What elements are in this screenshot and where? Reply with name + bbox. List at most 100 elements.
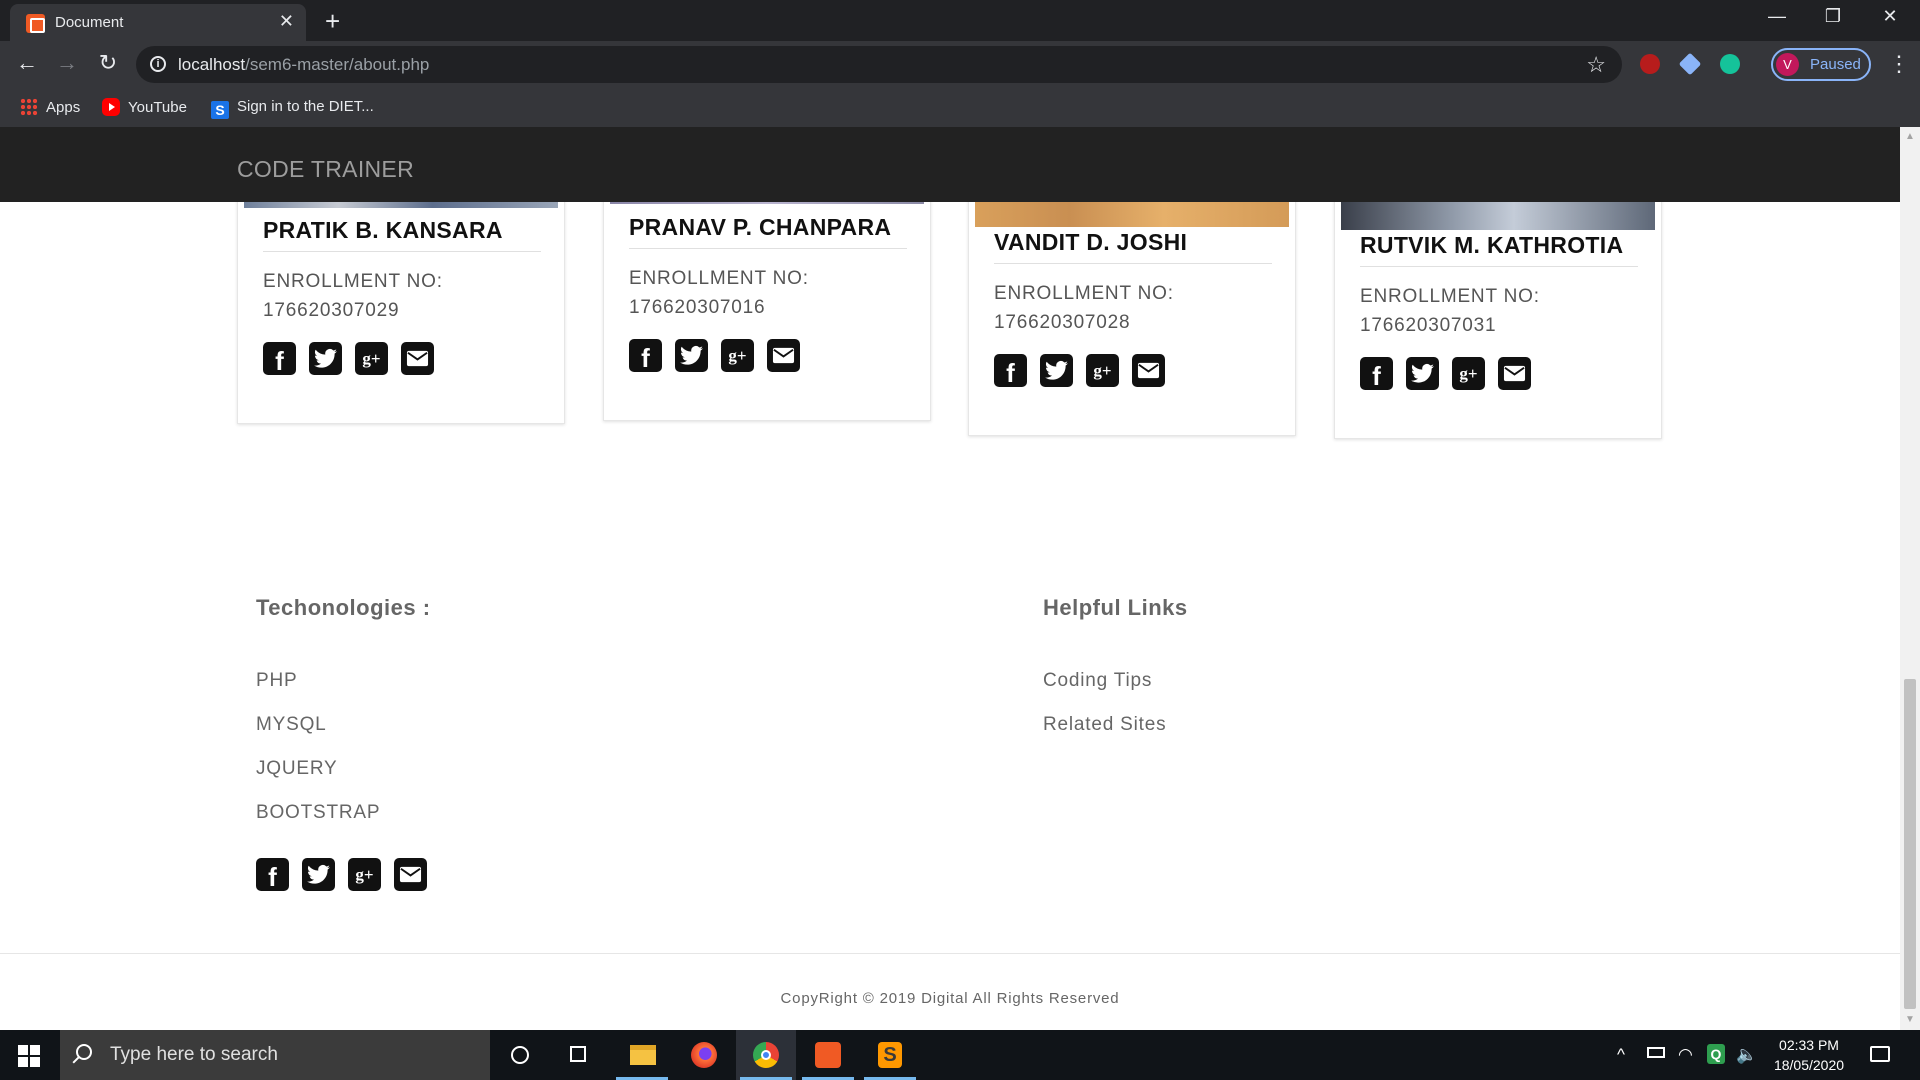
google-plus-icon[interactable]: g+	[721, 339, 754, 372]
twitter-icon[interactable]	[302, 858, 335, 891]
member-name: PRATIK B. KANSARA	[263, 217, 503, 243]
divider	[994, 263, 1272, 264]
address-bar[interactable]: i localhost/sem6-master/about.php ☆	[136, 46, 1622, 83]
email-icon[interactable]	[401, 342, 434, 375]
twitter-icon[interactable]	[1040, 354, 1073, 387]
wifi-icon[interactable]: ◠	[1678, 1045, 1693, 1065]
tray-chevron-icon[interactable]: ^	[1617, 1045, 1625, 1065]
helpful-links-heading: Helpful Links	[1043, 595, 1188, 620]
facebook-icon[interactable]: f	[994, 354, 1027, 388]
volume-icon[interactable]: 🔈	[1736, 1045, 1757, 1065]
enrollment-number: 176620307029	[263, 300, 400, 321]
twitter-icon[interactable]	[675, 339, 708, 372]
site-brand[interactable]: CODE TRAINER	[237, 156, 414, 183]
ublock-icon[interactable]	[1640, 54, 1660, 74]
s-icon: S	[211, 101, 229, 119]
enrollment-number: 176620307031	[1360, 315, 1497, 336]
bookmark-youtube[interactable]: YouTube	[102, 98, 187, 116]
google-plus-icon[interactable]: g+	[348, 858, 381, 891]
xampp-favicon-icon	[26, 14, 45, 33]
task-view-icon[interactable]	[550, 1030, 610, 1080]
member-name: PRANAV P. CHANPARA	[629, 214, 892, 240]
divider	[629, 248, 907, 249]
profile-button[interactable]: V Paused	[1771, 48, 1871, 81]
facebook-icon[interactable]: f	[256, 858, 289, 892]
google-plus-icon[interactable]: g+	[1452, 357, 1485, 390]
twitter-icon[interactable]	[1406, 357, 1439, 390]
site-navbar: CODE TRAINER	[0, 127, 1900, 202]
google-plus-icon[interactable]: g+	[1086, 354, 1119, 387]
email-icon[interactable]	[394, 858, 427, 891]
avatar: V	[1776, 53, 1799, 76]
battery-icon[interactable]	[1647, 1047, 1665, 1058]
email-icon[interactable]	[1498, 357, 1531, 390]
profile-status: Paused	[1810, 56, 1861, 73]
enrollment-label: ENROLLMENT NO:	[1360, 286, 1540, 307]
enrollment-number: 176620307028	[994, 312, 1131, 333]
bookmark-diet[interactable]: S Sign in to the DIET...	[211, 98, 374, 119]
apps-grid-icon	[20, 98, 38, 116]
footer-link-bootstrap[interactable]: BOOTSTRAP	[256, 802, 380, 824]
new-tab-button[interactable]: +	[325, 6, 340, 37]
enrollment-label: ENROLLMENT NO:	[994, 283, 1174, 304]
restore-button[interactable]: ❐	[1805, 6, 1861, 27]
firefox-icon[interactable]	[674, 1030, 734, 1080]
clock-time: 02:33 PM	[1779, 1037, 1839, 1053]
scroll-thumb[interactable]	[1904, 679, 1916, 1009]
xampp-icon[interactable]	[798, 1030, 858, 1080]
close-window-button[interactable]: ✕	[1862, 6, 1918, 27]
windows-taskbar: Type here to search S ^ ◠ Q 🔈 02:33 PM 1…	[0, 1030, 1920, 1080]
clock-date: 18/05/2020	[1773, 1057, 1845, 1073]
footer-link-coding-tips[interactable]: Coding Tips	[1043, 670, 1152, 692]
taskbar-clock[interactable]: 02:33 PM 18/05/2020	[1764, 1035, 1854, 1075]
enrollment-label: ENROLLMENT NO:	[629, 268, 809, 289]
diamond-icon[interactable]	[1678, 52, 1702, 76]
sublime-text-icon[interactable]: S	[860, 1030, 920, 1080]
copyright-text: CopyRight © 2019 Digital All Rights Rese…	[780, 990, 1120, 1007]
email-icon[interactable]	[1132, 354, 1165, 387]
reload-button[interactable]: ↻	[93, 50, 123, 76]
taskbar-search[interactable]: Type here to search	[60, 1030, 490, 1080]
forward-button[interactable]: →	[52, 50, 82, 76]
email-icon[interactable]	[767, 339, 800, 372]
facebook-icon[interactable]: f	[1360, 357, 1393, 391]
google-plus-icon[interactable]: g+	[355, 342, 388, 375]
tab-close-icon[interactable]: ✕	[279, 11, 294, 32]
twitter-icon[interactable]	[309, 342, 342, 375]
chrome-icon[interactable]	[736, 1030, 796, 1080]
tab-title: Document	[55, 14, 124, 31]
footer-link-mysql[interactable]: MYSQL	[256, 714, 327, 736]
grammarly-icon[interactable]	[1720, 54, 1740, 74]
tab-document[interactable]: Document ✕	[10, 4, 306, 41]
member-name: VANDIT D. JOSHI	[994, 229, 1188, 255]
bookmark-apps[interactable]: Apps	[20, 98, 80, 116]
scroll-up-icon[interactable]: ▲	[1905, 131, 1915, 142]
site-info-icon[interactable]: i	[150, 56, 166, 72]
q-app-icon[interactable]: Q	[1707, 1044, 1725, 1064]
divider	[263, 251, 541, 252]
scroll-down-icon[interactable]: ▼	[1905, 1014, 1915, 1025]
back-button[interactable]: ←	[12, 50, 42, 76]
notifications-icon[interactable]	[1870, 1046, 1890, 1062]
facebook-icon[interactable]: f	[629, 339, 662, 373]
url-text[interactable]: localhost/sem6-master/about.php	[178, 55, 429, 75]
search-placeholder: Type here to search	[110, 1044, 278, 1065]
file-explorer-icon[interactable]	[612, 1030, 672, 1080]
windows-start-icon[interactable]	[18, 1045, 40, 1067]
browser-toolbar: ← → ↻ i localhost/sem6-master/about.php …	[0, 41, 1920, 88]
footer-link-related-sites[interactable]: Related Sites	[1043, 714, 1166, 736]
technologies-heading: Techonologies :	[256, 595, 431, 620]
divider	[1360, 266, 1638, 267]
tab-strip: Document ✕ + — ❐ ✕	[0, 0, 1920, 41]
bookmark-star-icon[interactable]: ☆	[1586, 52, 1606, 78]
enrollment-label: ENROLLMENT NO:	[263, 271, 443, 292]
cortana-icon[interactable]	[490, 1030, 550, 1080]
facebook-icon[interactable]: f	[263, 342, 296, 376]
enrollment-number: 176620307016	[629, 297, 766, 318]
footer-link-jquery[interactable]: JQUERY	[256, 758, 338, 780]
minimize-button[interactable]: —	[1749, 6, 1805, 27]
bookmarks-bar: Apps YouTube S Sign in to the DIET...	[0, 88, 1920, 127]
footer-link-php[interactable]: PHP	[256, 670, 297, 692]
browser-menu-icon[interactable]: ⋮	[1888, 51, 1910, 77]
page-scrollbar[interactable]: ▲ ▼	[1900, 127, 1920, 1030]
